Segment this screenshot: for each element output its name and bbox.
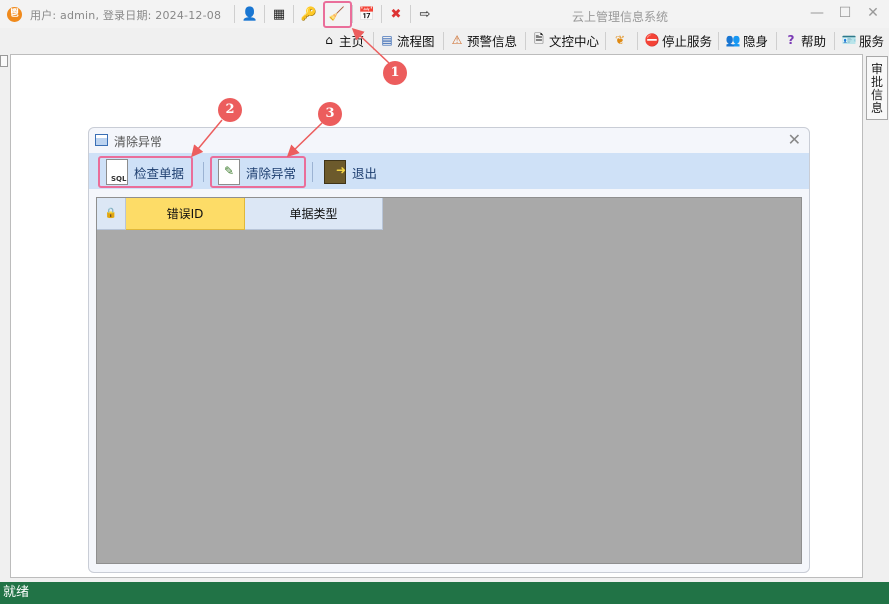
menu-help[interactable]: ? 帮助 (783, 30, 827, 50)
toolbar-separator (312, 162, 313, 182)
menu-service-label: 服务 (859, 33, 885, 49)
exit-label: 退出 (352, 165, 378, 181)
side-tab-approval[interactable]: 审批信息 (866, 56, 888, 120)
sql-document-icon: SQL (106, 159, 128, 185)
menu-hide[interactable]: 👥 隐身 (725, 30, 769, 50)
menu-separator (605, 32, 606, 50)
menu-home-label: 主页 (339, 33, 365, 49)
user-icon[interactable]: 👤 (240, 4, 260, 24)
close-window-button[interactable]: ✕ (862, 4, 884, 22)
exit-door-icon (324, 160, 346, 184)
grid-header: 🔒 错误ID 单据类型 (97, 198, 383, 230)
check-document-label: 检查单据 (134, 165, 185, 181)
dialog-header: 清除异常 ✕ (89, 128, 809, 153)
exit-button[interactable]: 退出 (318, 156, 383, 188)
column-header-document-type[interactable]: 单据类型 (245, 198, 383, 230)
menu-separator (443, 32, 444, 50)
toolbar-separator (381, 5, 382, 23)
clear-exception-dialog: 清除异常 ✕ SQL 检查单据 ✎ 清除异常 退出 🔒 错误ID 单据类型 (88, 127, 810, 573)
menu-separator (718, 32, 719, 50)
table-icon (95, 134, 108, 146)
menu-separator (525, 32, 526, 50)
lock-icon[interactable]: 🔒 (97, 198, 126, 230)
callout-3: 3 (318, 102, 342, 126)
menu-separator (637, 32, 638, 50)
menu-help-label: 帮助 (801, 33, 827, 49)
maximize-button[interactable]: ☐ (834, 4, 856, 22)
no-entry-icon: ⛔ (644, 33, 660, 47)
document-icon: 🗎 (534, 31, 544, 46)
id-card-icon: 🪪 (841, 33, 857, 47)
toolbar-separator (234, 5, 235, 23)
app-logo-icon: 鬯 (7, 7, 22, 22)
dialog-toolbar: SQL 检查单据 ✎ 清除异常 退出 (89, 153, 809, 189)
key-icon[interactable]: 🔑 (299, 4, 319, 24)
menu-logo[interactable]: ❦ (612, 30, 628, 50)
check-document-button[interactable]: SQL 检查单据 (98, 156, 193, 188)
toolbar-separator (410, 5, 411, 23)
menu-stop-service-label: 停止服务 (662, 33, 713, 49)
menu-bar: ⌂ 主页 ▤ 流程图 ⚠ 预警信息 🗎 文控中心 ❦ ⛔ 停止服务 👥 隐身 ?… (0, 28, 889, 52)
toolbar-separator (264, 5, 265, 23)
app-title: 云上管理信息系统 (572, 10, 669, 24)
menu-hide-label: 隐身 (743, 33, 769, 49)
calculator-icon[interactable]: ▦ (269, 4, 289, 24)
butterfly-icon: ❦ (614, 33, 626, 47)
menu-alert-label: 预警信息 (467, 33, 518, 49)
edit-document-icon: ✎ (218, 159, 240, 185)
menu-stop-service[interactable]: ⛔ 停止服务 (644, 30, 713, 50)
menu-flow-label: 流程图 (397, 33, 435, 49)
user-info: 用户: admin, 登录日期: 2024-12-08 (30, 9, 222, 22)
clear-exception-label: 清除异常 (246, 165, 297, 181)
warning-icon: ⚠ (451, 33, 463, 47)
menu-separator (373, 32, 374, 50)
calendar-icon[interactable]: 📅 (357, 4, 377, 24)
menu-separator (834, 32, 835, 50)
dialog-title: 清除异常 (114, 135, 163, 149)
people-icon: 👥 (725, 33, 741, 47)
menu-service[interactable]: 🪪 服务 (841, 30, 885, 50)
menu-flow[interactable]: ▤ 流程图 (379, 30, 435, 50)
menu-home[interactable]: ⌂ 主页 (321, 30, 364, 50)
help-icon: ? (787, 33, 795, 47)
callout-1: 1 (383, 61, 407, 85)
menu-doc-center-label: 文控中心 (549, 33, 600, 49)
menu-separator (776, 32, 777, 50)
highlight-broom (323, 1, 352, 28)
status-bar: 就绪 (0, 582, 889, 604)
menu-alert[interactable]: ⚠ 预警信息 (449, 30, 517, 50)
dialog-close-button[interactable]: ✕ (788, 130, 801, 149)
flowchart-icon: ▤ (381, 33, 393, 47)
column-header-error-id[interactable]: 错误ID (126, 198, 245, 230)
minimize-button[interactable]: — (806, 4, 828, 22)
toolbar-separator (203, 162, 204, 182)
callout-2: 2 (218, 98, 242, 122)
toolbar-separator (293, 5, 294, 23)
stop-icon[interactable]: ✖ (386, 4, 406, 24)
toolbar-separator (352, 5, 353, 23)
home-icon: ⌂ (325, 33, 333, 47)
left-splitter[interactable] (0, 55, 8, 67)
clear-exception-button[interactable]: ✎ 清除异常 (210, 156, 306, 188)
title-bar: 鬯 用户: admin, 登录日期: 2024-12-08 👤 ▦ 🔑 🧹 📅 … (0, 0, 889, 28)
menu-doc-center[interactable]: 🗎 文控中心 (531, 30, 599, 50)
data-grid[interactable]: 🔒 错误ID 单据类型 (96, 197, 802, 564)
exit-icon[interactable]: ⇨ (415, 4, 435, 24)
